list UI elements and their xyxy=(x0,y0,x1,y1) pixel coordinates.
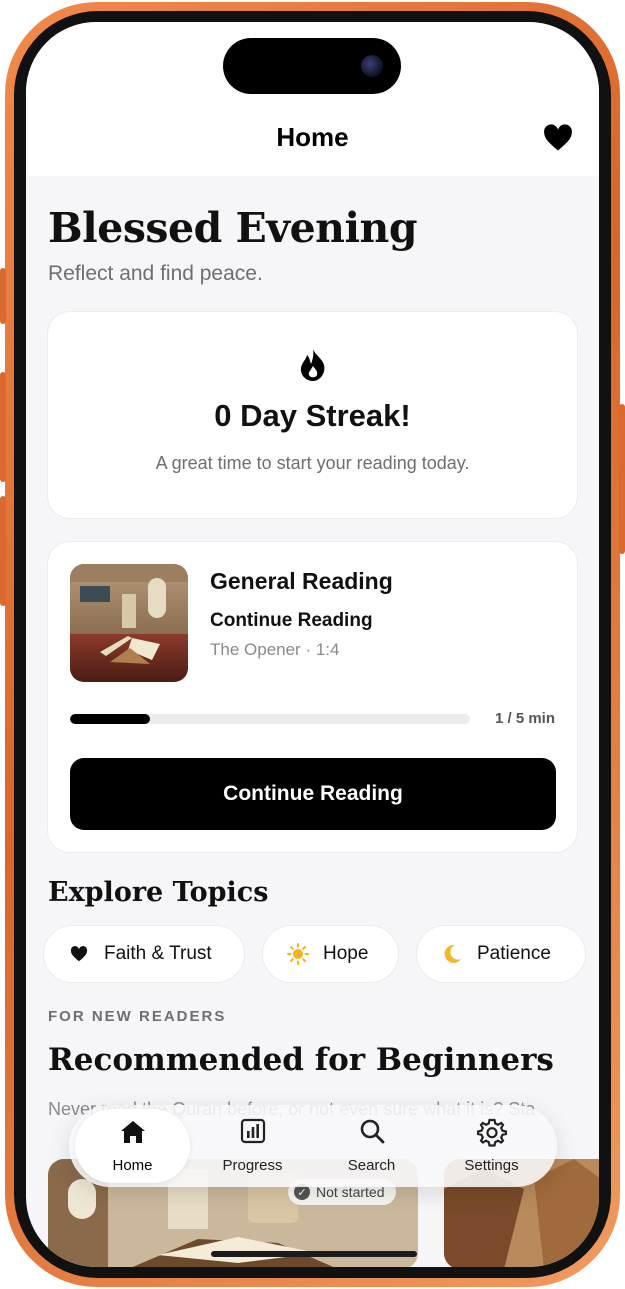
reading-progress-bar xyxy=(70,714,470,724)
tab-home[interactable]: Home xyxy=(75,1109,190,1183)
moon-icon xyxy=(441,943,463,965)
greeting-title: Blessed Evening xyxy=(48,204,418,252)
volume-down-button xyxy=(0,496,6,606)
volume-up-button xyxy=(0,372,6,482)
reading-meta: The Opener · 1:4 xyxy=(210,640,340,659)
flame-icon xyxy=(298,348,328,382)
streak-subtitle: A great time to start your reading today… xyxy=(155,453,470,473)
reading-action-label: Continue Reading xyxy=(210,610,373,631)
home-indicator xyxy=(211,1251,417,1257)
camera-lens xyxy=(361,55,383,77)
tab-label: Home xyxy=(112,1157,153,1174)
tab-label: Search xyxy=(347,1157,396,1174)
continue-reading-button[interactable]: Continue Reading xyxy=(70,758,556,830)
tab-label: Progress xyxy=(222,1157,283,1174)
action-button xyxy=(0,268,6,324)
topic-chip-label: Patience xyxy=(477,943,551,964)
recommended-title: Recommended for Beginners xyxy=(48,1042,554,1078)
tab-settings[interactable]: Settings xyxy=(434,1105,549,1187)
section-eyebrow: FOR NEW READERS xyxy=(48,1008,227,1025)
page-title: Home xyxy=(276,122,349,152)
favorites-heart-icon[interactable] xyxy=(543,124,573,152)
topic-chip-label: Faith & Trust xyxy=(104,943,212,964)
topic-chip-patience[interactable]: Patience xyxy=(417,926,585,982)
reading-card[interactable]: General Reading Continue Reading The Ope… xyxy=(48,542,577,852)
screen: Home Blessed Evening Reflect and find pe… xyxy=(26,22,599,1267)
reading-progress-fill xyxy=(70,714,150,724)
streak-title: 0 Day Streak! xyxy=(214,398,411,433)
dynamic-island xyxy=(223,38,401,94)
power-button xyxy=(619,404,625,554)
reading-progress-label: 1 / 5 min xyxy=(494,710,555,727)
tab-label: Settings xyxy=(464,1157,519,1174)
greeting-subtitle: Reflect and find peace. xyxy=(48,262,263,285)
reading-title: General Reading xyxy=(210,568,393,594)
heart-icon xyxy=(68,943,90,965)
topic-chip-faith-trust[interactable]: Faith & Trust xyxy=(44,926,244,982)
tab-search[interactable]: Search xyxy=(314,1105,429,1187)
tab-bar: Home Progress Search Settings xyxy=(69,1105,557,1187)
tab-progress[interactable]: Progress xyxy=(195,1105,310,1187)
home-icon xyxy=(75,1118,190,1148)
explore-topics-title: Explore Topics xyxy=(48,877,269,908)
topic-chip-hope[interactable]: Hope xyxy=(263,926,398,982)
search-icon xyxy=(314,1117,429,1147)
streak-card: 0 Day Streak! A great time to start your… xyxy=(48,312,577,518)
topic-chip-label: Hope xyxy=(323,943,369,964)
mosque-quran-thumbnail xyxy=(70,564,188,682)
sun-icon xyxy=(287,943,309,965)
gear-icon xyxy=(434,1117,549,1147)
chart-icon xyxy=(195,1117,310,1147)
